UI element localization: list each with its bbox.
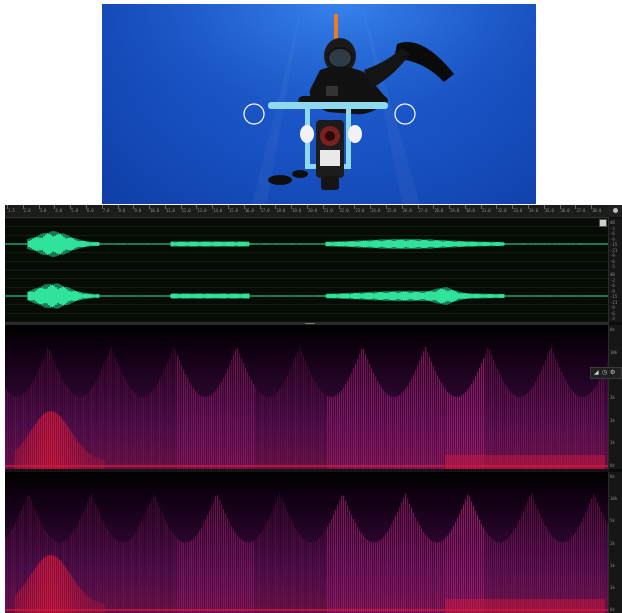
ruler-label: 2.8 [23, 208, 31, 213]
ruler-label: 32.0 [497, 208, 507, 213]
scale-label: Hz [610, 327, 615, 332]
scale-label: Hz [610, 463, 615, 468]
spectral-controls[interactable]: ◢ ◷ ⚙ [590, 367, 622, 379]
scale-label: 1k [610, 562, 615, 568]
spectral-scale-left: Hz10k5k2k1k1kHz [608, 325, 622, 469]
ruler-label: 12.0 [181, 208, 191, 213]
waveform-display [5, 218, 609, 322]
ruler-label: 19.0 [292, 208, 302, 213]
ruler-label: 23.0 [355, 208, 365, 213]
scale-label: -9 [610, 288, 615, 294]
waveform-scale-left-channel: dB -3 -6 -9 -15 -21 -9 -6 -3 [608, 218, 622, 270]
scale-label: 10k [610, 349, 618, 355]
gear-icon[interactable]: ⚙ [610, 370, 615, 376]
ruler-label: 29.0 [450, 208, 459, 213]
underwater-photo [102, 4, 536, 204]
scale-label: -6 [610, 258, 615, 264]
scale-label: -9 [610, 253, 615, 258]
ruler-label: 5.0 [71, 208, 78, 213]
ruler-label: 22.0 [339, 208, 349, 213]
ruler-label: 20.0 [308, 208, 317, 213]
ruler-label: 10.0 [150, 208, 159, 213]
ruler-label: 38.0 [592, 208, 602, 213]
scale-label: -9 [610, 305, 615, 310]
ruler-label: 21.0 [323, 208, 333, 213]
scale-label: 2k [610, 395, 615, 400]
brightness-icon[interactable]: ◢ [594, 370, 599, 376]
scale-label: -3 [610, 264, 615, 269]
scale-label: -15 [610, 294, 618, 299]
ruler-label: 9.0 [134, 208, 141, 213]
ruler-label: 8.0 [118, 208, 126, 213]
scale-label: dB [610, 220, 615, 225]
ruler-label: 26.0 [402, 208, 412, 213]
scale-label: 1k [610, 440, 615, 446]
scale-label: 2k [610, 540, 615, 546]
spectral-scale-right: Hz 10k 5k 2k 1k 1k Hz [608, 472, 622, 613]
scale-label: 10k [610, 496, 618, 502]
ruler-label: 11.0 [165, 208, 175, 213]
scale-label: 1k [610, 417, 615, 423]
ruler-label: 4.0 [55, 208, 62, 213]
waveform-scale-right-channel: dB -3 -6 -9 -15 -21 -9 -6 -3 [608, 270, 622, 322]
ruler-label: 35.0 [544, 208, 554, 213]
ruler-label: 34.0 [529, 208, 538, 213]
settings-icon[interactable] [613, 208, 618, 213]
scale-label: -21 [610, 247, 618, 253]
scale-label: -15 [610, 242, 618, 247]
ruler-label: 7.0 [102, 208, 110, 213]
ruler-label: 31.0 [481, 208, 491, 213]
scale-label: -3 [610, 277, 615, 283]
scale-label: 1k [610, 584, 615, 590]
ruler-label: 17.0 [260, 208, 270, 213]
ruler-label: 14.0 [213, 208, 223, 213]
ruler-label: 28.0 [434, 208, 444, 213]
spectral-view-right-channel[interactable] [5, 472, 609, 613]
waveform-view[interactable] [5, 218, 609, 322]
ruler-label: 25.0 [386, 208, 396, 213]
scale-label: -6 [610, 231, 615, 236]
ruler-label: 30.0 [465, 208, 475, 213]
ruler-label: 16.0 [244, 208, 254, 213]
ruler-label: 3.0 [39, 208, 47, 213]
zoom-icon[interactable] [599, 219, 607, 227]
ruler-label: 27.0 [418, 208, 428, 213]
scale-label: Hz [610, 474, 615, 479]
ruler-label: 24.0 [371, 208, 380, 213]
waveform-channel [5, 231, 609, 257]
ruler-label: 36.0 [560, 208, 570, 213]
scale-label: -6 [610, 283, 615, 288]
spectrogram-right [5, 472, 609, 613]
spectrogram-left [5, 325, 609, 469]
freediver-holding-camera-rig-icon [102, 4, 536, 204]
spectral-view-left-channel[interactable] [5, 325, 609, 469]
scale-label: dB [610, 272, 615, 277]
ruler-label: 13.0 [197, 208, 207, 213]
scale-label: -6 [610, 310, 615, 316]
scale-label: -9 [610, 236, 615, 242]
ruler-label: 18.0 [276, 208, 286, 213]
clock-icon[interactable]: ◷ [602, 370, 607, 376]
scale-label: -3 [610, 316, 615, 321]
scale-label: -3 [610, 225, 615, 231]
timeline-ruler[interactable]: 1.5 2.8 3.0 4.0 5.0 6.0 7.0 8.0 9.0 10.0 11.0 12.0 1… [5, 205, 609, 218]
ruler-label: 33.0 [513, 208, 523, 213]
scale-label: -21 [610, 299, 618, 305]
scale-label: Hz [610, 607, 615, 612]
ruler-label: 37.0 [576, 208, 586, 213]
ruler-label: 15.0 [229, 208, 238, 213]
ruler-corner[interactable] [609, 205, 622, 217]
audio-editor: 1.5 2.8 3.0 4.0 5.0 6.0 7.0 8.0 9.0 10.0 11.0 12.0 1… [5, 205, 622, 613]
ruler-label: 6.0 [86, 208, 94, 213]
ruler-label: 1.5 [8, 208, 15, 213]
scale-label: 5k [610, 518, 615, 524]
divider-grip-icon[interactable] [305, 323, 315, 324]
